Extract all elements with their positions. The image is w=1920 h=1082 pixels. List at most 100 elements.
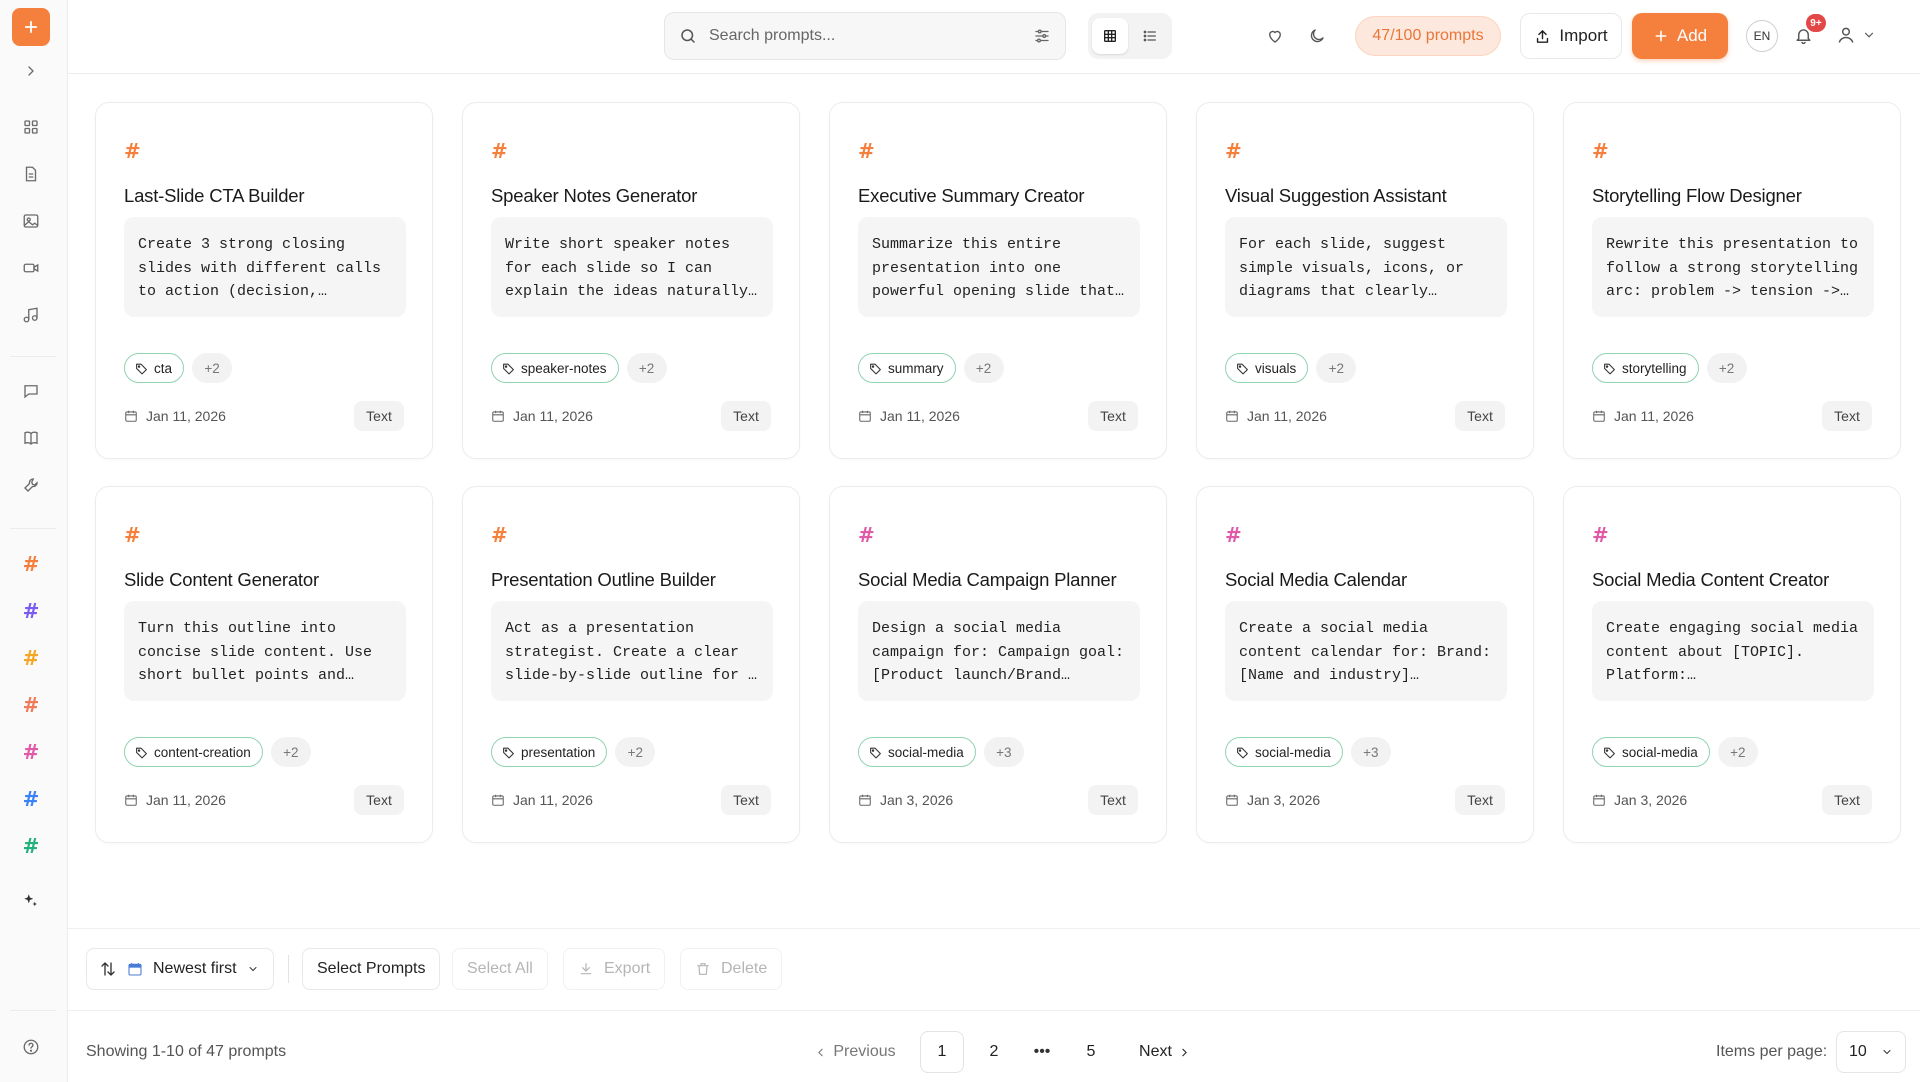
tag-icon bbox=[1604, 363, 1615, 374]
sort-dropdown[interactable]: Newest first bbox=[86, 948, 274, 990]
more-tags-badge[interactable]: +2 bbox=[626, 353, 667, 383]
more-tags-badge[interactable]: +2 bbox=[1706, 353, 1747, 383]
import-button[interactable]: Import bbox=[1520, 13, 1622, 59]
tag-icon bbox=[870, 747, 881, 758]
date-label: Jan 11, 2026 bbox=[1247, 408, 1327, 424]
wrench-icon bbox=[24, 478, 38, 492]
page-button-1[interactable]: 1 bbox=[920, 1031, 964, 1073]
chevron-down-icon bbox=[249, 967, 257, 972]
prompt-card[interactable]: # Social Media Campaign Planner Design a s… bbox=[829, 486, 1167, 843]
language-switcher[interactable]: EN bbox=[1746, 20, 1778, 52]
more-tags-badge[interactable]: +2 bbox=[1717, 737, 1758, 767]
prompt-quota-badge: 47/100 prompts bbox=[1355, 16, 1501, 56]
more-tags-badge[interactable]: +2 bbox=[192, 353, 233, 383]
select-all-button[interactable]: Select All bbox=[452, 948, 548, 990]
prompt-card[interactable]: # Social Media Content Creator Create enga… bbox=[1563, 486, 1901, 843]
tag-label: summary bbox=[888, 360, 944, 376]
tag-chip[interactable]: speaker-notes bbox=[491, 353, 619, 383]
tag-chip[interactable]: social-media bbox=[1225, 737, 1343, 767]
tag-chip[interactable]: storytelling bbox=[1592, 353, 1699, 383]
help-button[interactable] bbox=[16, 1032, 46, 1062]
sidebar-item-library[interactable] bbox=[16, 423, 46, 453]
sidebar-item-chat[interactable] bbox=[16, 376, 46, 406]
more-tags-badge[interactable]: +3 bbox=[983, 737, 1024, 767]
card-footer: Jan 3, 2026 Text bbox=[1225, 785, 1505, 815]
search-bar[interactable] bbox=[664, 12, 1066, 60]
tag-icon bbox=[503, 747, 514, 758]
tag-chip[interactable]: visuals bbox=[1225, 353, 1309, 383]
prompt-card[interactable]: # Visual Suggestion Assistant For each sli… bbox=[1196, 102, 1534, 459]
theme-toggle-button[interactable] bbox=[1301, 20, 1333, 52]
tag-icon bbox=[1237, 363, 1248, 374]
more-tags-badge[interactable]: +2 bbox=[615, 737, 656, 767]
grid-view-button[interactable] bbox=[1092, 18, 1128, 54]
expand-sidebar-button[interactable] bbox=[16, 56, 46, 86]
card-footer: Jan 11, 2026 Text bbox=[124, 785, 404, 815]
tag-chip[interactable]: cta bbox=[124, 353, 185, 383]
sidebar-category-1[interactable]: # bbox=[16, 549, 46, 579]
next-page-button[interactable]: Next bbox=[1130, 1031, 1200, 1073]
tag-list: content-creation +2 bbox=[124, 737, 311, 767]
export-button[interactable]: Export bbox=[563, 948, 666, 990]
filter-icon[interactable] bbox=[1033, 27, 1051, 45]
new-prompt-button[interactable] bbox=[12, 8, 50, 46]
prompt-card[interactable]: # Executive Summary Creator Summarize this… bbox=[829, 102, 1167, 459]
hash-icon: # bbox=[1225, 139, 1242, 163]
book-icon bbox=[24, 431, 38, 445]
sidebar-category-7[interactable]: # bbox=[16, 831, 46, 861]
help-icon bbox=[23, 1039, 39, 1055]
select-all-label: Select All bbox=[467, 960, 533, 977]
card-title: Storytelling Flow Designer bbox=[1592, 185, 1802, 206]
sidebar-item-ai[interactable] bbox=[16, 886, 46, 916]
sidebar-item-audio[interactable] bbox=[16, 300, 46, 330]
card-title: Executive Summary Creator bbox=[858, 185, 1085, 206]
list-view-button[interactable] bbox=[1132, 18, 1168, 54]
more-tags-badge[interactable]: +2 bbox=[270, 737, 311, 767]
prompt-card[interactable]: # Last-Slide CTA Builder Create 3 strong c… bbox=[95, 102, 433, 459]
prompt-card[interactable]: # Storytelling Flow Designer Rewrite this … bbox=[1563, 102, 1901, 459]
sidebar-category-5[interactable]: # bbox=[16, 737, 46, 767]
hash-icon: # bbox=[858, 139, 875, 163]
prompt-card[interactable]: # Presentation Outline Builder Act as a pr… bbox=[462, 486, 800, 843]
more-tags-badge[interactable]: +2 bbox=[963, 353, 1004, 383]
sidebar-category-3[interactable]: # bbox=[16, 643, 46, 673]
page-button-5[interactable]: 5 bbox=[1069, 1031, 1113, 1073]
user-menu[interactable] bbox=[1836, 18, 1886, 52]
tag-chip[interactable]: presentation bbox=[491, 737, 608, 767]
card-date: Jan 11, 2026 bbox=[1592, 408, 1694, 424]
select-prompts-label: Select Prompts bbox=[317, 960, 426, 977]
items-per-page-select[interactable]: 10 bbox=[1836, 1031, 1906, 1073]
delete-button[interactable]: Delete bbox=[680, 948, 783, 990]
add-button[interactable]: Add bbox=[1632, 13, 1728, 59]
sidebar-category-6[interactable]: # bbox=[16, 784, 46, 814]
prompt-preview: Rewrite this presentation to follow a st… bbox=[1592, 217, 1874, 317]
prompt-card[interactable]: # Speaker Notes Generator Write short spea… bbox=[462, 102, 800, 459]
more-tags-badge[interactable]: +2 bbox=[1316, 353, 1357, 383]
sidebar-item-all[interactable] bbox=[16, 112, 46, 142]
calendar-icon bbox=[859, 410, 871, 422]
page-button-2[interactable]: 2 bbox=[972, 1031, 1016, 1073]
previous-page-button[interactable]: Previous bbox=[810, 1031, 900, 1073]
tag-chip[interactable]: social-media bbox=[858, 737, 976, 767]
hash-icon: # bbox=[22, 646, 40, 670]
tag-chip[interactable]: content-creation bbox=[124, 737, 263, 767]
select-prompts-button[interactable]: Select Prompts bbox=[302, 948, 441, 990]
sidebar-category-2[interactable]: # bbox=[16, 596, 46, 626]
favorites-button[interactable] bbox=[1259, 20, 1291, 52]
search-input[interactable] bbox=[709, 27, 1033, 45]
sidebar-item-tools[interactable] bbox=[16, 470, 46, 500]
tag-chip[interactable]: social-media bbox=[1592, 737, 1710, 767]
prompt-card[interactable]: # Social Media Calendar Create a social me… bbox=[1196, 486, 1534, 843]
sidebar-item-video[interactable] bbox=[16, 253, 46, 283]
tag-chip[interactable]: summary bbox=[858, 353, 956, 383]
tag-list: presentation +2 bbox=[491, 737, 656, 767]
type-badge: Text bbox=[721, 785, 771, 815]
sidebar-item-documents[interactable] bbox=[16, 159, 46, 189]
sidebar-item-images[interactable] bbox=[16, 206, 46, 236]
page-ellipsis: ••• bbox=[1033, 1043, 1051, 1060]
more-tags-badge[interactable]: +3 bbox=[1350, 737, 1391, 767]
prompt-card[interactable]: # Slide Content Generator Turn this outlin… bbox=[95, 486, 433, 843]
items-per-page-value: 10 bbox=[1849, 1043, 1867, 1060]
sidebar-category-4[interactable]: # bbox=[16, 690, 46, 720]
prompt-preview: For each slide, suggest simple visuals, … bbox=[1225, 217, 1507, 317]
